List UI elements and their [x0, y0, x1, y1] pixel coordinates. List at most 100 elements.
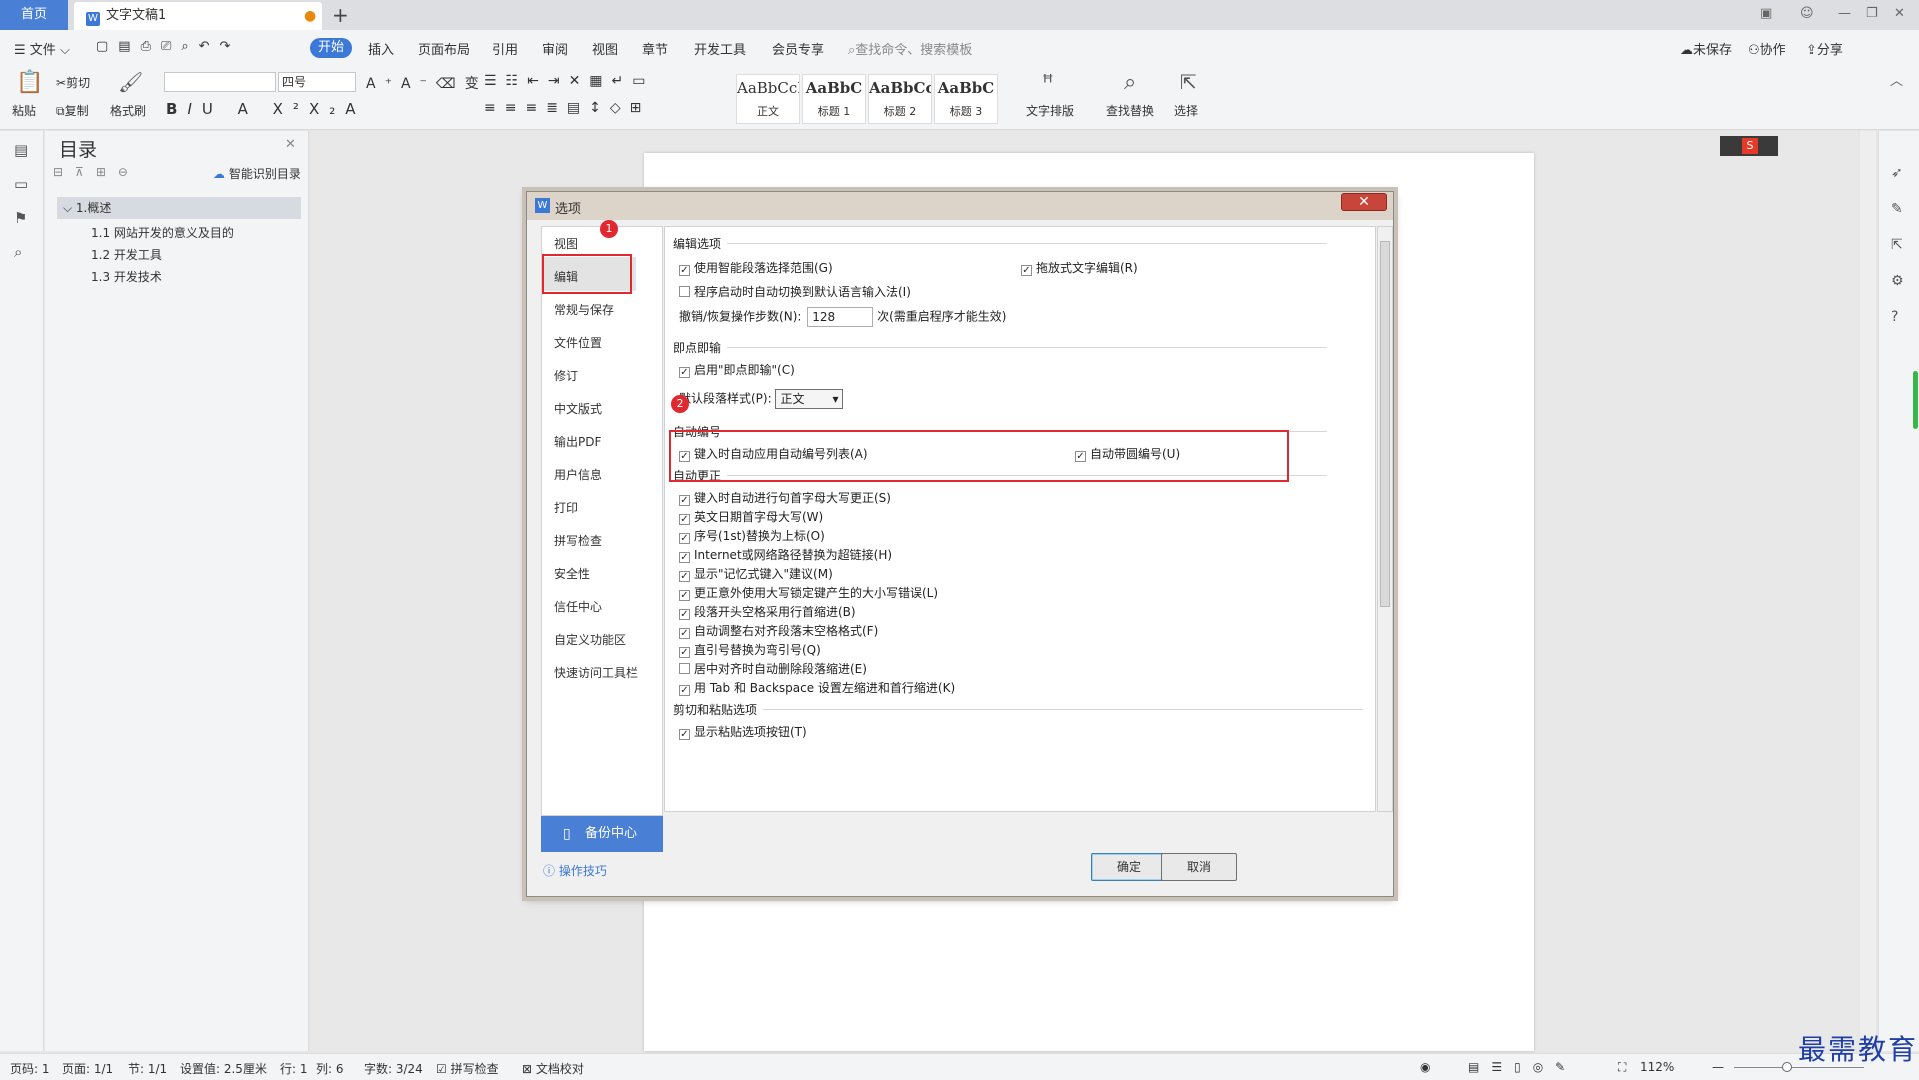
find-replace-button[interactable]: 查找替换 [1106, 102, 1154, 119]
font-name-combo[interactable] [164, 72, 276, 92]
find-replace-icon[interactable]: ⌕ [1124, 70, 1136, 95]
opt-enable-click-input[interactable]: ✓ 启用"即点即输"(C) [679, 361, 795, 378]
opt-autocorrect-5[interactable]: ✓ 显示"记忆式键入"建议(M) [679, 565, 833, 582]
toc-item-1-1[interactable]: 1.1 网站开发的意义及目的 [91, 224, 234, 241]
paragraph-tools-row[interactable]: ☰☷⇤⇥✕▦↵▭ [484, 73, 654, 89]
nav-spell-check[interactable]: 拼写检查 [554, 532, 602, 549]
format-painter-button[interactable]: 格式刷 [110, 102, 146, 119]
checkbox-unchecked[interactable] [679, 663, 690, 674]
share-button[interactable]: ⇪分享 [1806, 39, 1843, 58]
quick-access-icons[interactable]: ▢▤⎙⎚⌕↶↷ [96, 39, 240, 54]
opt-autocorrect-2[interactable]: ✓ 英文日期首字母大写(W) [679, 508, 823, 525]
nav-user-info[interactable]: 用户信息 [554, 466, 602, 483]
tab-view[interactable]: 视图 [592, 39, 618, 58]
nav-output-pdf[interactable]: 输出PDF [554, 433, 601, 450]
nav-file-location[interactable]: 文件位置 [554, 334, 602, 351]
nav-general-save[interactable]: 常规与保存 [554, 301, 614, 318]
tab-document[interactable]: W 文字文稿1 ● [74, 2, 322, 30]
checkbox-checked[interactable]: ✓ [679, 514, 690, 525]
tab-references[interactable]: 引用 [492, 39, 518, 58]
style-normal[interactable]: AaBbCcI 正文 [736, 74, 800, 124]
toc-item-1[interactable]: ⌵ 1.概述 [57, 197, 301, 219]
ok-button[interactable]: 确定 [1091, 853, 1167, 881]
style-heading3[interactable]: AaBbC 标题 3 [934, 74, 998, 124]
opt-autocorrect-11[interactable]: ✓ 用 Tab 和 Backspace 设置左缩进和首行缩进(K) [679, 679, 955, 696]
file-menu[interactable]: ☰ 文件 ⌵ [14, 39, 70, 58]
default-style-select[interactable]: 正文 ▾ [775, 389, 844, 409]
opt-autocorrect-8[interactable]: ✓ 自动调整右对齐段落末空格格式(F) [679, 622, 878, 639]
fit-page-icon[interactable]: ⛶ [1618, 1060, 1626, 1075]
opt-autocorrect-7[interactable]: ✓ 段落开头空格采用行首缩进(B) [679, 603, 856, 620]
collapse-ribbon-icon[interactable]: ︿ [1890, 70, 1903, 89]
tab-chapter[interactable]: 章节 [642, 39, 668, 58]
unsaved-status[interactable]: ☁未保存 [1680, 39, 1732, 58]
bookmark-icon[interactable]: ⚑ [14, 209, 27, 227]
tab-home[interactable]: 首页 [0, 0, 68, 30]
text-layout-icon[interactable]: ꟸ [1042, 70, 1054, 94]
zoom-slider-handle[interactable] [1782, 1062, 1792, 1072]
zoom-out-icon[interactable]: — [1712, 1060, 1724, 1074]
undo-steps-spinner[interactable]: 128 [807, 307, 874, 327]
options-scrollbar[interactable] [1377, 226, 1393, 812]
checkbox-checked[interactable]: ✓ [679, 367, 690, 378]
opt-drag-edit[interactable]: ✓ 拖放式文字编辑(R) [1021, 259, 1138, 276]
checkbox-checked[interactable]: ✓ [679, 647, 690, 658]
tab-review[interactable]: 审阅 [542, 39, 568, 58]
checkbox-checked[interactable]: ✓ [679, 609, 690, 620]
command-search[interactable]: ⌕查找命令、搜索模板 [848, 39, 972, 58]
tips-link[interactable]: ⓘ 操作技巧 [543, 862, 607, 879]
settings-sliders-icon[interactable]: ⚙ [1891, 273, 1904, 289]
zoom-level[interactable]: 112% [1640, 1060, 1674, 1074]
nav-chinese-layout[interactable]: 中文版式 [554, 400, 602, 417]
checkbox-checked[interactable]: ✓ [679, 552, 690, 563]
avatar[interactable]: ☺ [1800, 6, 1814, 21]
tab-start[interactable]: 开始 [310, 38, 352, 58]
toc-icon[interactable]: ▤ [14, 141, 28, 159]
tab-developer[interactable]: 开发工具 [694, 39, 746, 58]
nav-quick-access[interactable]: 快速访问工具栏 [554, 664, 638, 681]
nav-trust-center[interactable]: 信任中心 [554, 598, 602, 615]
cursor-icon[interactable]: ⇱ [1891, 237, 1903, 253]
pen-icon[interactable]: ✎ [1891, 201, 1903, 217]
help-icon[interactable]: ? [1891, 309, 1898, 325]
text-layout-button[interactable]: 文字排版 [1026, 102, 1074, 119]
opt-autocorrect-3[interactable]: ✓ 序号(1st)替换为上标(O) [679, 527, 825, 544]
smart-toc-button[interactable]: ☁ 智能识别目录 [213, 165, 301, 182]
checkbox-checked[interactable]: ✓ [679, 685, 690, 696]
view-mode-icons[interactable]: ▤☰▯◎✎ [1468, 1060, 1577, 1074]
paste-button[interactable]: 粘贴 [12, 102, 36, 119]
spell-check-button[interactable]: ☑ 拼写检查 [436, 1060, 499, 1077]
tab-insert[interactable]: 插入 [368, 39, 394, 58]
style-heading2[interactable]: AaBbCc 标题 2 [868, 74, 932, 124]
toc-item-1-3[interactable]: 1.3 开发技术 [91, 268, 162, 285]
add-tab-button[interactable]: + [332, 2, 349, 28]
nav-view[interactable]: 视图 [554, 235, 578, 252]
opt-show-paste-button[interactable]: ✓ 显示粘贴选项按钮(T) [679, 723, 807, 740]
dialog-close-button[interactable]: ✕ [1341, 193, 1387, 211]
status-word-count[interactable]: 字数: 3/24 [364, 1060, 423, 1077]
backup-center-button[interactable]: ▯ 备份中心 [541, 816, 663, 852]
checkbox-checked[interactable]: ✓ [679, 729, 690, 740]
opt-autocorrect-4[interactable]: ✓ Internet或网络路径替换为超链接(H) [679, 546, 892, 563]
collab-button[interactable]: ⚇协作 [1748, 39, 1786, 58]
select-cursor-icon[interactable]: ⇱ [1180, 70, 1197, 94]
opt-autocorrect-10[interactable]: 居中对齐时自动删除段落缩进(E) [679, 660, 867, 677]
checkbox-checked[interactable]: ✓ [679, 533, 690, 544]
toc-item-1-2[interactable]: 1.2 开发工具 [91, 246, 162, 263]
checkbox-checked[interactable]: ✓ [679, 495, 690, 506]
toc-tools[interactable]: ⊟⊼⊞⊖ [53, 165, 140, 179]
checkbox-checked[interactable]: ✓ [679, 571, 690, 582]
nav-revision[interactable]: 修订 [554, 367, 578, 384]
nav-security[interactable]: 安全性 [554, 565, 590, 582]
format-painter-icon[interactable]: 🖌 [118, 70, 143, 94]
nav-pane-icon[interactable]: ▭ [14, 175, 28, 193]
tab-member[interactable]: 会员专享 [772, 39, 824, 58]
checkbox-checked[interactable]: ✓ [679, 628, 690, 639]
document-scrollbar[interactable] [1860, 131, 1876, 1051]
style-heading1[interactable]: AaBbC 标题 1 [802, 74, 866, 124]
opt-autocorrect-6[interactable]: ✓ 更正意外使用大写锁定键产生的大小写错误(L) [679, 584, 938, 601]
opt-autocorrect-1[interactable]: ✓ 键入时自动进行句首字母大写更正(S) [679, 489, 891, 506]
nav-customize-ribbon[interactable]: 自定义功能区 [554, 631, 626, 648]
copy-button[interactable]: ⧉复制 [56, 102, 89, 119]
font-tools-row[interactable]: A⁺A⁻⌫变 [366, 73, 488, 93]
